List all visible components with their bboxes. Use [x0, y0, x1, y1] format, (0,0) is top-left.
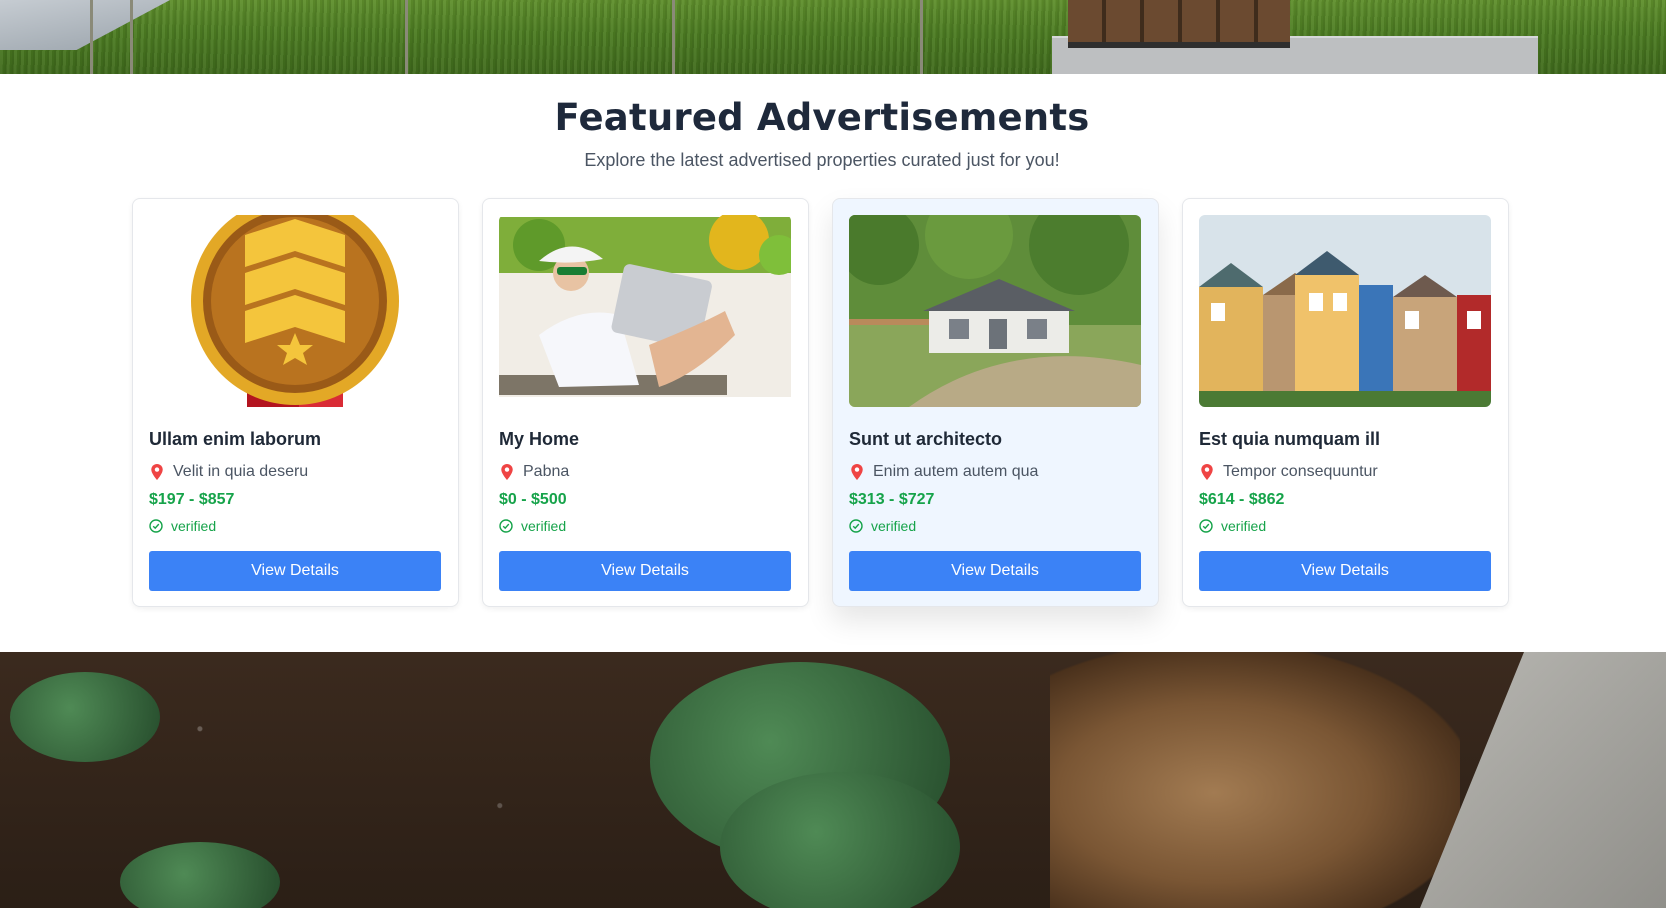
medal-image: [149, 215, 441, 407]
card-location-text: Velit in quia deseru: [173, 463, 309, 480]
card-price: $0 - $500: [499, 491, 567, 508]
card-status-text: verified: [1221, 518, 1267, 534]
section-title: Featured Advertisements: [554, 96, 1090, 139]
man-laptop-image: [499, 215, 791, 407]
card-location-text: Enim autem autem qua: [873, 463, 1039, 480]
card-price: $614 - $862: [1199, 491, 1285, 508]
view-details-button[interactable]: View Details: [849, 551, 1141, 591]
card-location-text: Pabna: [523, 463, 570, 480]
location-pin-icon: [1201, 464, 1213, 480]
ad-card: Ullam enim laborum Velit in quia deseru …: [132, 198, 459, 607]
card-status: verified: [849, 518, 916, 534]
verified-check-icon: [1199, 519, 1213, 533]
card-title: Sunt ut architecto: [849, 429, 1003, 449]
ad-card-list: Ullam enim laborum Velit in quia deseru …: [132, 198, 1512, 608]
featured-section: Featured Advertisements Explore the late…: [0, 74, 1666, 652]
view-details-button[interactable]: View Details: [1199, 551, 1491, 591]
location-pin-icon: [151, 464, 163, 480]
verified-check-icon: [849, 519, 863, 533]
card-title: My Home: [499, 429, 580, 449]
section-subtitle: Explore the latest advertised properties…: [584, 150, 1060, 170]
verified-check-icon: [499, 519, 513, 533]
row-houses-image: [1199, 215, 1491, 407]
location-pin-icon: [851, 464, 863, 480]
card-price: $313 - $727: [849, 491, 935, 508]
ad-card: My Home Pabna $0 - $500 verified View De…: [482, 198, 809, 607]
ad-card: Est quia numquam ill Tempor consequuntur…: [1182, 198, 1509, 607]
view-details-button[interactable]: View Details: [499, 551, 791, 591]
card-status-text: verified: [521, 518, 567, 534]
card-status: verified: [1199, 518, 1266, 534]
card-title: Ullam enim laborum: [149, 429, 322, 449]
card-location-text: Tempor consequuntur: [1223, 463, 1378, 480]
card-status: verified: [499, 518, 566, 534]
card-location: Pabna: [499, 463, 569, 481]
hero-bottom-image: [0, 652, 1666, 908]
hero-top-image: [0, 0, 1666, 74]
card-status: verified: [149, 518, 216, 534]
card-location: Tempor consequuntur: [1199, 463, 1378, 481]
ad-card: Sunt ut architecto Enim autem autem qua …: [832, 198, 1159, 607]
location-pin-icon: [501, 464, 513, 480]
card-title: Est quia numquam ill: [1199, 429, 1381, 449]
card-price: $197 - $857: [149, 491, 235, 508]
card-location: Enim autem autem qua: [849, 463, 1038, 481]
view-details-button[interactable]: View Details: [149, 551, 441, 591]
card-status-text: verified: [171, 518, 217, 534]
card-status-text: verified: [871, 518, 917, 534]
card-location: Velit in quia deseru: [149, 463, 308, 481]
house-image: [849, 215, 1141, 407]
verified-check-icon: [149, 519, 163, 533]
